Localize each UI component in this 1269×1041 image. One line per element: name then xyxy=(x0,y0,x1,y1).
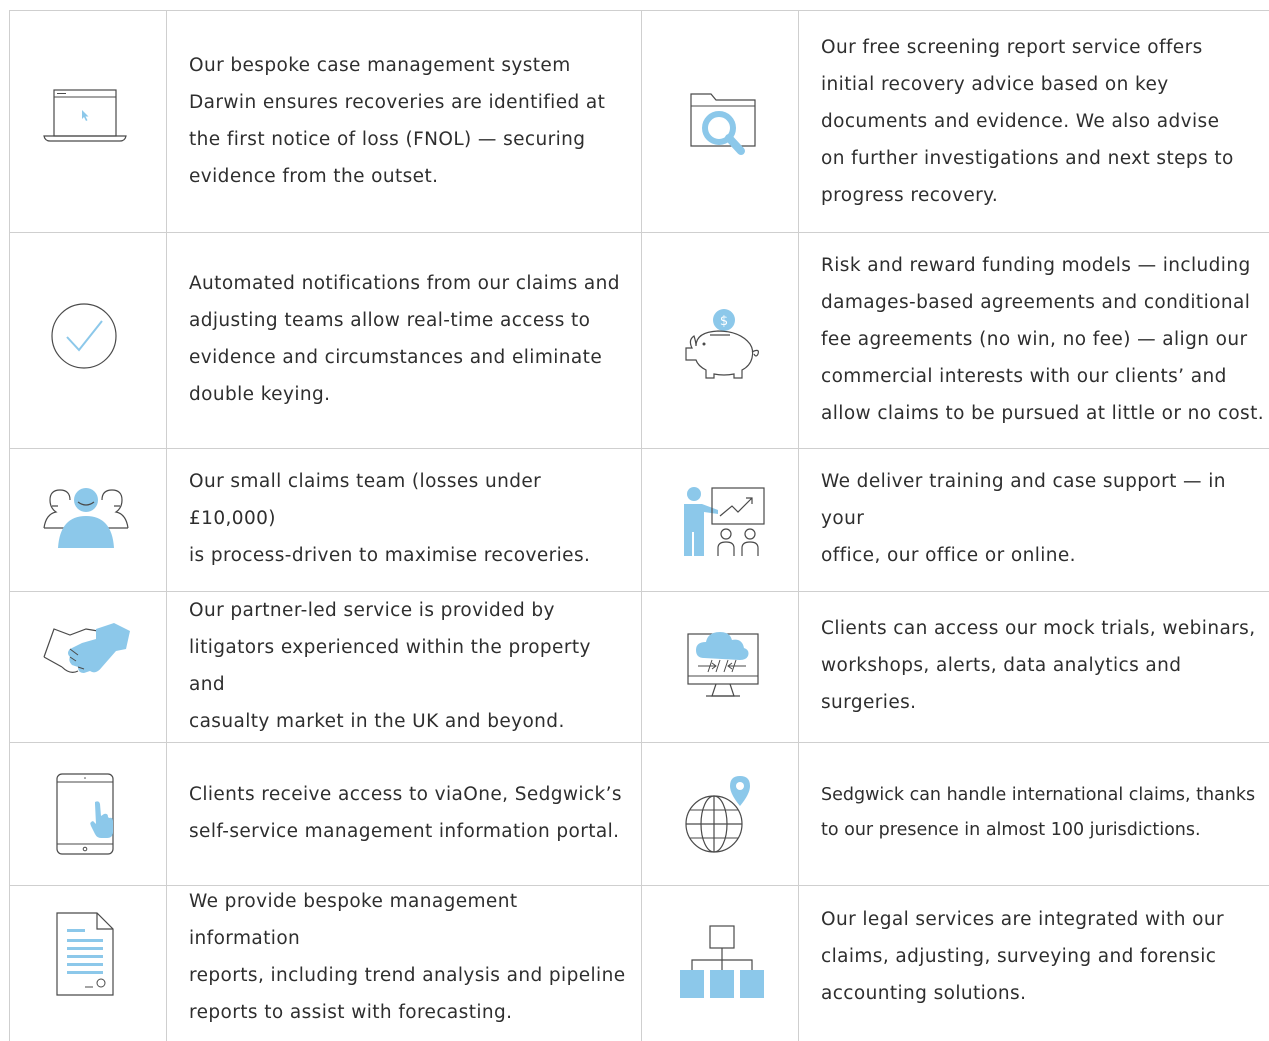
service-text: Automated notifications from our claims … xyxy=(189,273,620,405)
document-report-icon xyxy=(44,908,124,1000)
service-text: Our partner-led service is provided by l… xyxy=(189,599,591,732)
service-item: We deliver training and case support — i… xyxy=(821,448,1266,589)
column-divider xyxy=(641,11,642,1041)
service-item: Risk and reward funding models — includi… xyxy=(821,232,1266,446)
service-item: Our legal services are integrated with o… xyxy=(821,885,1266,1028)
cloud-monitor-icon xyxy=(672,620,772,710)
checkmark-circle-icon xyxy=(44,296,124,376)
service-text: Our legal services are integrated with o… xyxy=(821,909,1225,1004)
service-text: Clients receive access to viaOne, Sedgwi… xyxy=(189,783,622,842)
service-item: Automated notifications from our claims … xyxy=(189,232,629,446)
piggy-bank-icon: $ xyxy=(672,300,772,388)
service-text: Our free screening report service offers… xyxy=(821,36,1234,206)
service-text: Our bespoke case management system Darwi… xyxy=(189,55,606,187)
team-people-icon xyxy=(38,484,134,552)
service-item: We provide bespoke management informatio… xyxy=(189,885,629,1028)
service-text: We deliver training and case support — i… xyxy=(821,471,1226,566)
tablet-touch-icon xyxy=(44,768,124,860)
globe-pin-icon xyxy=(676,768,770,862)
handshake-icon xyxy=(38,614,134,684)
column-divider xyxy=(798,11,799,1041)
service-text: We provide bespoke management informatio… xyxy=(189,890,626,1023)
service-item: Our bespoke case management system Darwi… xyxy=(189,12,629,230)
laptop-cursor-icon xyxy=(40,80,130,152)
service-text: Our small claims team (losses under £10,… xyxy=(189,471,591,566)
service-item: Our partner-led service is provided by l… xyxy=(189,591,629,740)
presentation-training-icon xyxy=(672,480,772,564)
service-item: Our free screening report service offers… xyxy=(821,12,1261,230)
service-text: Sedgwick can handle international claims… xyxy=(821,784,1256,840)
service-text: Clients can access our mock trials, webi… xyxy=(821,618,1256,713)
folder-search-icon xyxy=(677,80,767,160)
svg-text:$: $ xyxy=(720,314,728,329)
service-item: Clients can access our mock trials, webi… xyxy=(821,591,1266,740)
org-chart-icon xyxy=(674,920,770,1004)
service-item: Our small claims team (losses under £10,… xyxy=(189,448,629,589)
service-text: Risk and reward funding models — includi… xyxy=(821,254,1265,424)
service-item: Clients receive access to viaOne, Sedgwi… xyxy=(189,742,629,883)
service-item: Sedgwick can handle international claims… xyxy=(821,742,1266,883)
column-divider xyxy=(166,11,167,1041)
